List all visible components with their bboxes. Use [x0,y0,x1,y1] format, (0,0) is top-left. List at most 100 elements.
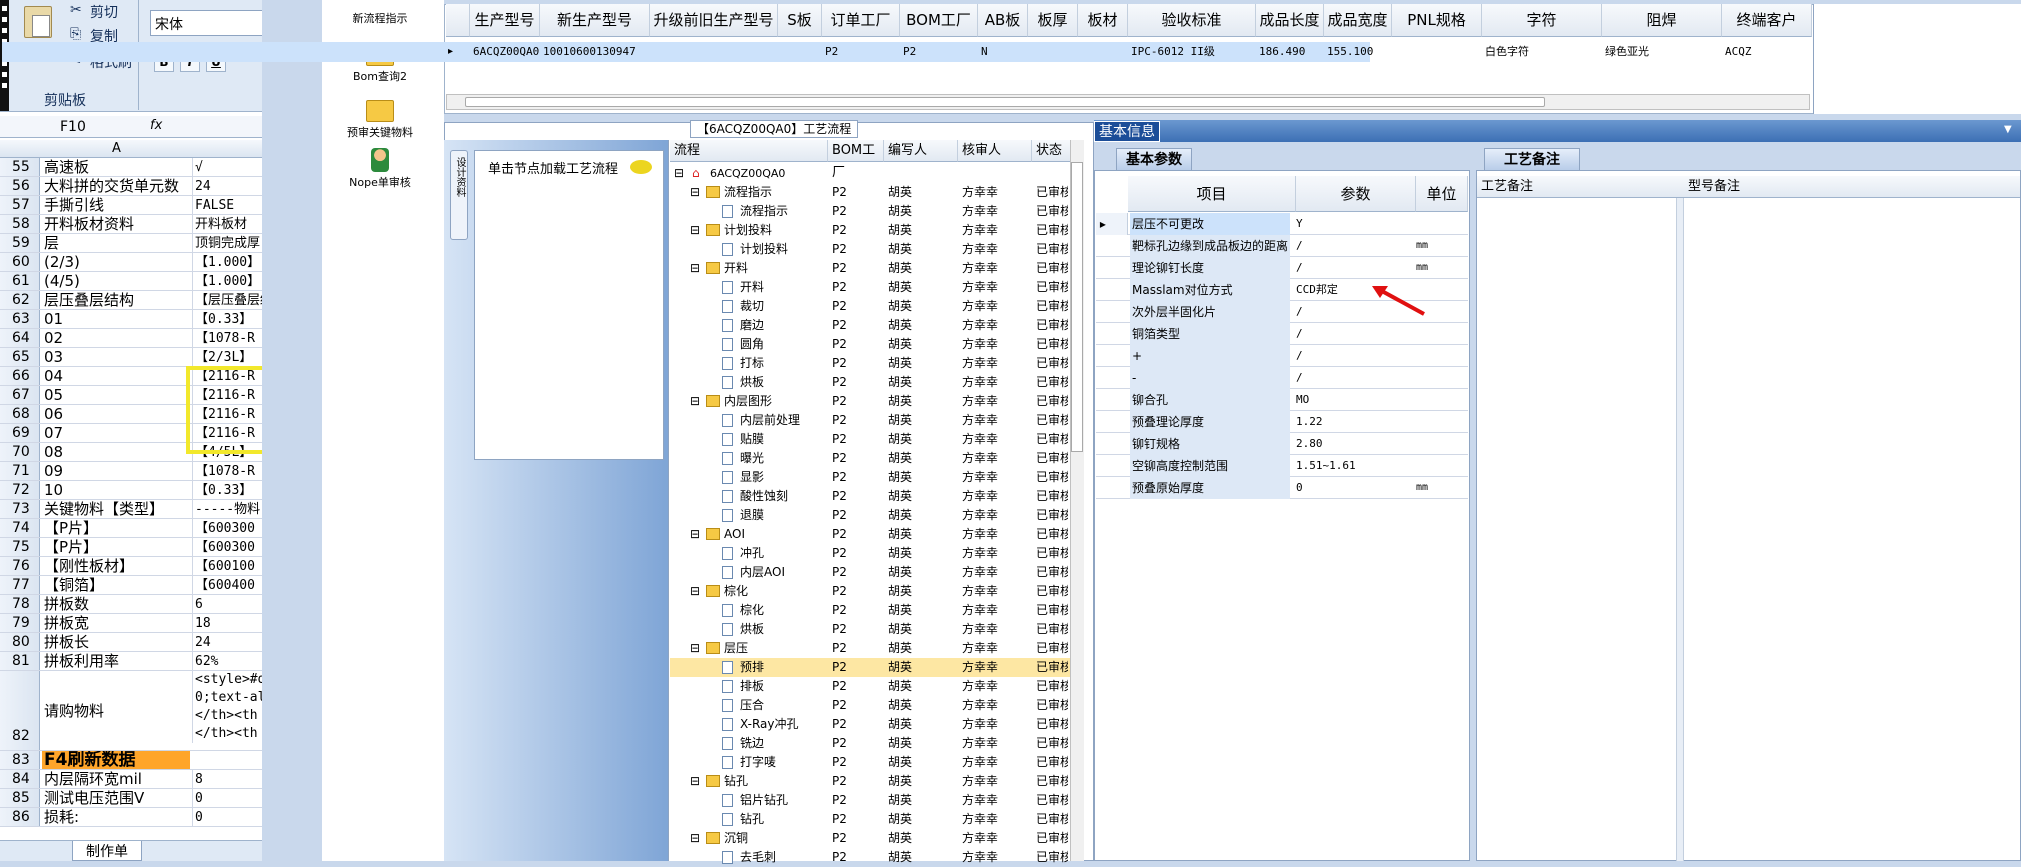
grid-cell[interactable]: P2 [822,42,900,62]
param-row[interactable]: + / [1096,345,1468,367]
design-data-tab[interactable]: 设计资料 [450,150,468,240]
param-value[interactable]: 1.51~1.61 [1294,455,1409,477]
cell-a[interactable]: 层 [42,234,190,252]
tree-node[interactable]: 显影 P2 胡英 方幸幸 已审核 [670,468,1070,487]
sheet-row[interactable]: 74 【P片】 【600300 [0,519,262,538]
param-row[interactable]: 铜箔类型 / [1096,323,1468,345]
cell-a[interactable]: 01 [42,310,190,328]
tree-node[interactable]: 开料 P2 胡英 方幸幸 已审核 [670,278,1070,297]
sheet-row[interactable]: 55 高速板 √ [0,158,262,177]
sheet-row[interactable]: 77 【铜箔】 【600400 [0,576,262,595]
tree-node[interactable]: 烘板 P2 胡英 方幸幸 已审核 [670,373,1070,392]
grid-header[interactable]: BOM工厂 [900,4,978,37]
sheet-row[interactable]: 72 10 【0.33】 [0,481,262,500]
param-value[interactable]: / [1294,257,1409,279]
param-value[interactable]: MO [1294,389,1409,411]
param-value[interactable]: / [1294,345,1409,367]
tree-node[interactable]: 贴膜 P2 胡英 方幸幸 已审核 [670,430,1070,449]
grid-header[interactable]: 板材 [1078,4,1128,37]
collapse-icon[interactable]: ⊟ [690,259,700,278]
cell-a[interactable]: 拼板长 [42,633,190,651]
tree-col-header[interactable]: 流程 [670,140,828,162]
cell-b[interactable]: 【1078-R [192,462,262,480]
nope-review-button[interactable]: Nope单审核 [330,148,430,190]
tree-node[interactable]: X-Ray冲孔 P2 胡英 方幸幸 已审核 [670,715,1070,734]
param-row[interactable]: 空铆高度控制范围 1.51~1.61 [1096,455,1468,477]
sheet-row[interactable]: 76 【刚性板材】 【600100 [0,557,262,576]
sheet-row[interactable]: 59 层顶铜完成厚 [0,234,262,253]
cut-button[interactable]: 剪切 [90,2,118,22]
tree-col-header[interactable]: 状态 [1032,140,1072,162]
cell-b[interactable]: 18 [192,614,262,632]
cell-a[interactable]: 09 [42,462,190,480]
sheet-row[interactable]: 61 (4/5) 【1.000】 [0,272,262,291]
sheet-row[interactable]: 57 手撕引线 FALSE [0,196,262,215]
sheet-row[interactable]: 82 请购物料 <style>#d 0;text-al </th><th </th>… [0,671,262,751]
col-item-header[interactable]: 项目 [1128,176,1296,212]
collapse-icon[interactable]: ⊟ [690,183,700,202]
grid-header[interactable]: PNL规格 [1392,4,1482,37]
dropdown-icon[interactable]: ▼ [2004,124,2012,135]
collapse-icon[interactable]: ⊟ [690,639,700,658]
sheet-row[interactable]: 63 01 【0.33】 [0,310,262,329]
new-flow-button[interactable]: 新流程指示 [330,10,430,26]
tree-node[interactable]: ⊟ AOI P2 胡英 方幸幸 已审核 [670,525,1070,544]
grid-header[interactable]: 字符 [1482,4,1602,37]
tree-node[interactable]: 曝光 P2 胡英 方幸幸 已审核 [670,449,1070,468]
tree-node[interactable]: 预排 P2 胡英 方幸幸 已审核 [670,658,1070,677]
tree-node[interactable]: ⊟ 内层图形 P2 胡英 方幸幸 已审核 [670,392,1070,411]
cell-b[interactable]: 顶铜完成厚 [192,234,262,252]
sheet-row[interactable]: 64 02 【1078-R [0,329,262,348]
grid-cell[interactable] [778,42,822,62]
scissors-icon[interactable]: ✂ [70,2,82,18]
sheet-row[interactable]: 65 03 【2/3L】 [0,348,262,367]
tree-node[interactable]: ⊟ 计划投料 P2 胡英 方幸幸 已审核 [670,221,1070,240]
collapse-icon[interactable]: ⊟ [674,164,684,183]
tree-node[interactable]: 内层AOI P2 胡英 方幸幸 已审核 [670,563,1070,582]
cell-b[interactable]: 【1.000】 [192,272,262,290]
sheet-row[interactable]: 81 拼板利用率 62% [0,652,262,671]
cell-a[interactable]: 08 [42,443,190,461]
param-value[interactable]: 1.22 [1294,411,1409,433]
sheet-row[interactable]: 60 (2/3) 【1.000】 [0,253,262,272]
cell-b[interactable]: FALSE [192,196,262,214]
cell-a[interactable]: 05 [42,386,190,404]
cell-b[interactable]: 开料板材 [192,215,262,233]
notes-splitter[interactable] [1676,198,1684,861]
grid-cell[interactable]: 186.490 [1256,42,1324,62]
sheet-grid[interactable]: 55 高速板 √ 56 大料拼的交货单元数 24 57 手撕引线 FALSE 58 开料板材资料 开料… [0,158,262,827]
param-row[interactable]: 预叠理论厚度 1.22 [1096,411,1468,433]
grid-cell[interactable] [1028,42,1078,62]
cell-a[interactable]: 层压叠层结构 [42,291,190,309]
cell-a[interactable]: 高速板 [42,158,190,176]
cell-a[interactable]: 大料拼的交货单元数 [42,177,190,195]
cell-b[interactable]: <style>#d 0;text-al </th><th </th><th [192,671,262,743]
col-param-header[interactable]: 参数 [1296,176,1416,212]
cell-b[interactable]: 【600300 [192,519,262,537]
tree-node[interactable]: 排板 P2 胡英 方幸幸 已审核 [670,677,1070,696]
sheet-row[interactable]: 86 损耗: 0 [0,808,262,827]
tree-node[interactable]: 内层前处理 P2 胡英 方幸幸 已审核 [670,411,1070,430]
param-row[interactable]: ▸ 层压不可更改 Y [1096,213,1468,235]
sheet-row[interactable]: 58 开料板材资料 开料板材 [0,215,262,234]
basic-info-tab[interactable]: 基本信息 [1094,121,1160,142]
cell-b[interactable]: -----物料 [192,500,262,518]
param-value[interactable]: / [1294,235,1409,257]
tree-node[interactable]: 钻孔 P2 胡英 方幸幸 已审核 [670,810,1070,829]
pre-review-button[interactable]: 预审关键物料 [330,100,430,140]
grid-header[interactable]: S板 [778,4,822,37]
param-value[interactable]: 2.80 [1294,433,1409,455]
grid-header[interactable]: 升级前旧生产型号 [650,4,778,37]
cell-b[interactable]: 0 [192,789,262,807]
grid-cell[interactable] [650,42,778,62]
cell-a[interactable]: 拼板利用率 [42,652,190,670]
collapse-icon[interactable]: ⊟ [690,525,700,544]
grid-cell[interactable]: 白色字符 [1482,42,1602,62]
cell-a[interactable]: 开料板材资料 [42,215,190,233]
h-scrollbar[interactable] [446,94,1810,110]
sheet-row[interactable]: 73 关键物料【类型】 -----物料 [0,500,262,519]
tree-root[interactable]: ⊟ ⌂ 6ACQZ00QA0 [670,164,1070,183]
sheet-row[interactable]: 71 09 【1078-R [0,462,262,481]
param-value[interactable]: / [1294,323,1409,345]
tree-node[interactable]: 打标 P2 胡英 方幸幸 已审核 [670,354,1070,373]
